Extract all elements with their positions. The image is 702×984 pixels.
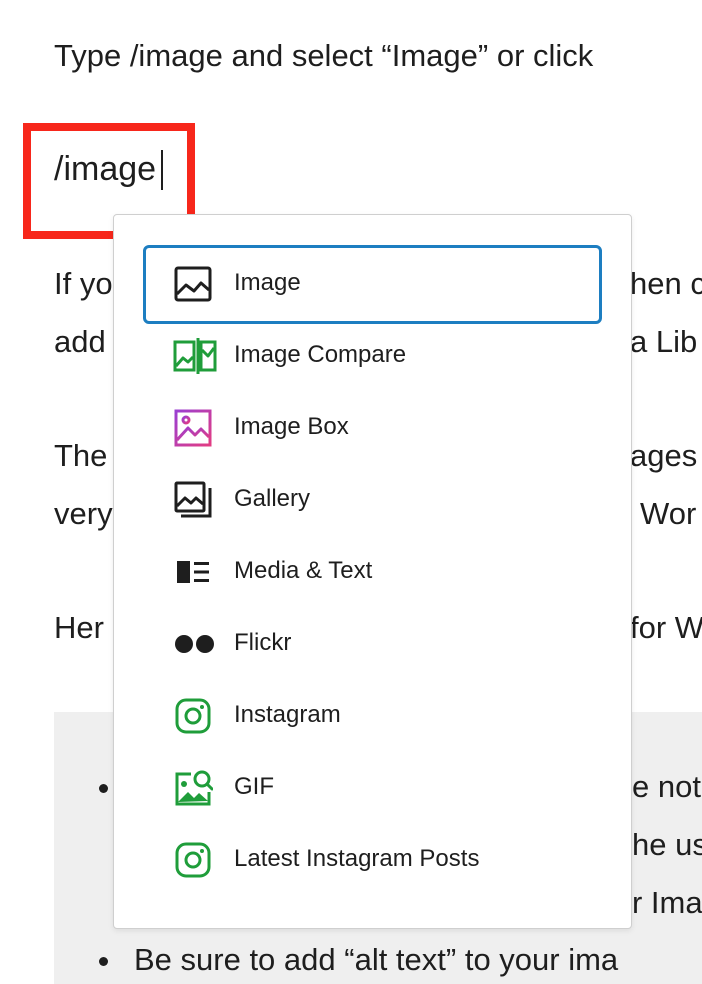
bullet-1-line-2-end: he us [632, 827, 702, 862]
block-inserter-popover: Image Image Compare Image Box Gallery Me… [113, 214, 632, 929]
paragraph-1-line-1-start: If yo [54, 266, 113, 301]
intro-paragraph: Type /image and select “Image” or click [54, 38, 594, 73]
inserter-item-label: Instagram [234, 701, 341, 728]
inserter-item-gallery[interactable]: Gallery [143, 462, 602, 534]
image-icon [173, 264, 213, 304]
inserter-item-instagram[interactable]: Instagram [143, 678, 602, 750]
bullet-1-line-3-end: r Ima [632, 885, 702, 920]
instagram-icon [173, 696, 213, 736]
bullet-1-dot [99, 784, 108, 793]
inserter-item-label: Image [234, 269, 301, 296]
paragraph-2-line-1-start: The [54, 438, 108, 473]
inserter-item-label: Media & Text [234, 557, 373, 584]
bullet-2-dot [99, 957, 108, 966]
inserter-item-label: GIF [234, 773, 274, 800]
inserter-item-image-box[interactable]: Image Box [143, 390, 602, 462]
gallery-icon [173, 480, 213, 520]
paragraph-1-line-2-end: a Lib [630, 324, 698, 359]
paragraph-3-start: Her [54, 610, 104, 645]
inserter-item-label: Flickr [234, 629, 292, 656]
inserter-item-image-compare[interactable]: Image Compare [143, 318, 602, 390]
paragraph-2-line-2-end: Wor [640, 496, 697, 531]
paragraph-1-line-2-start: add [54, 324, 106, 359]
inserter-item-label: Image Box [234, 413, 349, 440]
inserter-item-label: Image Compare [234, 341, 407, 368]
paragraph-1-line-1-end: hen c [630, 266, 702, 301]
bullet-2-text: Be sure to add “alt text” to your ima [134, 942, 619, 977]
inserter-item-gif[interactable]: GIF [143, 750, 602, 822]
paragraph-3-end: for W [630, 610, 702, 645]
inserter-item-flickr[interactable]: Flickr [143, 606, 602, 678]
paragraph-2-line-2-start: very [54, 496, 113, 531]
inserter-item-label: Gallery [234, 485, 311, 512]
gif-icon [173, 768, 214, 808]
image-compare-icon [173, 336, 217, 376]
instagram-icon [173, 840, 213, 880]
image-box-icon [173, 408, 213, 448]
paragraph-2-line-1-end: ages [630, 438, 698, 473]
flickr-icon [173, 624, 214, 664]
bullet-1-line-1-end: e not [632, 769, 701, 804]
inserter-item-label: Latest Instagram Posts [234, 845, 480, 872]
media-text-icon [173, 552, 213, 592]
inserter-item-latest-instagram-posts[interactable]: Latest Instagram Posts [143, 822, 602, 894]
inserter-item-image[interactable]: Image [143, 245, 602, 324]
inserter-item-media-text[interactable]: Media & Text [143, 534, 602, 606]
